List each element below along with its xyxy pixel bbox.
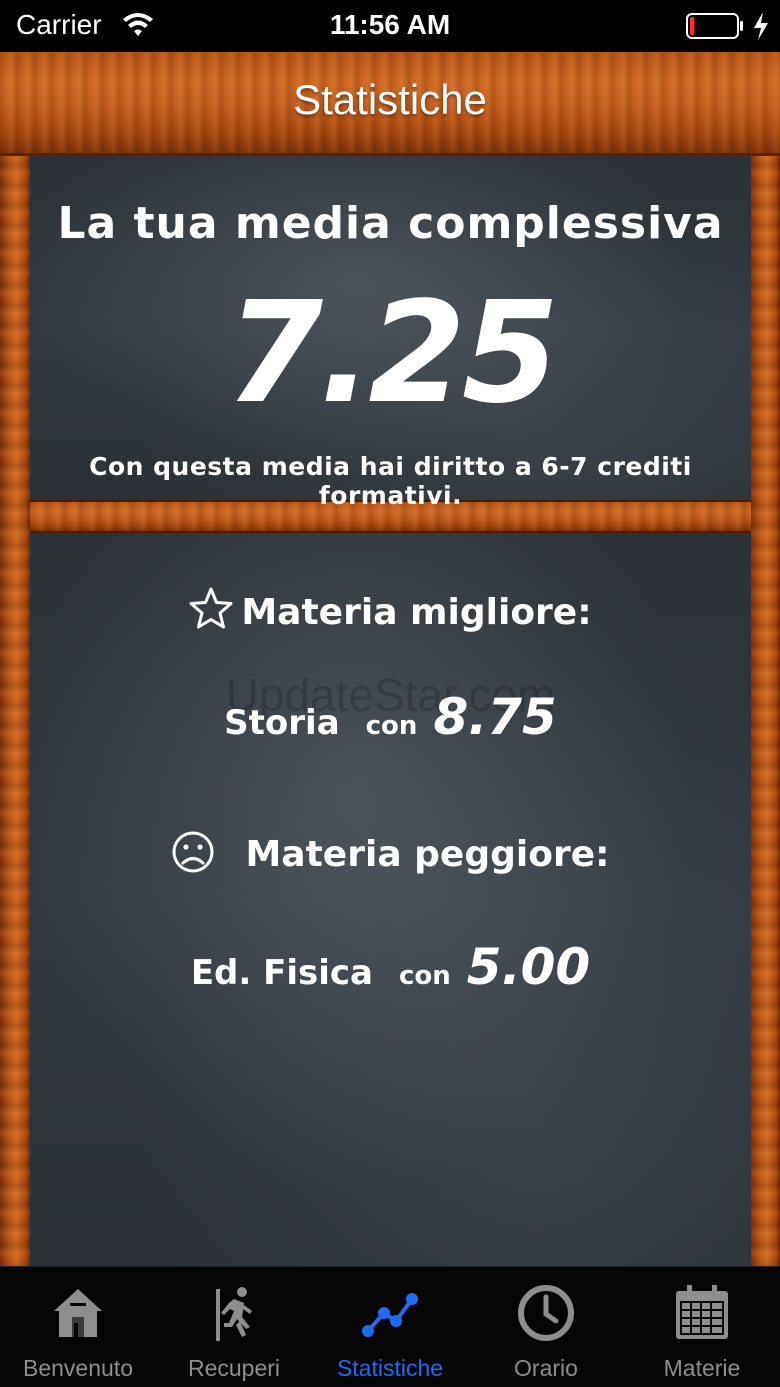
tab-label: Recuperi [187, 1355, 281, 1381]
best-subject-score: 8.75 [433, 688, 557, 746]
worst-subject-name: Ed. Fisica [190, 953, 373, 993]
tab-bar: Benvenuto Recuperi Statistiche Orario Ma… [0, 1266, 780, 1387]
best-subject-row: Storia con 8.75 [30, 688, 751, 746]
worst-subject-heading: Materia peggiore: [30, 830, 751, 875]
tab-statistiche[interactable]: Statistiche [312, 1267, 468, 1387]
best-subject-name: Storia [224, 703, 340, 743]
frame-left [0, 156, 30, 1266]
worst-con-label: con [399, 961, 451, 991]
nav-bar: Statistiche [0, 52, 780, 156]
worst-subject-title: Materia peggiore: [245, 834, 610, 875]
tab-label: Orario [514, 1355, 578, 1381]
frame-right [751, 156, 780, 1266]
status-time: 11:56 AM [329, 9, 451, 40]
house-icon [54, 1289, 102, 1337]
sad-face-icon [172, 831, 214, 873]
best-con-label: con [365, 711, 418, 741]
worst-subject-row: Ed. Fisica con 5.00 [30, 938, 751, 996]
star-outline-icon [189, 587, 233, 629]
tab-label: Benvenuto [23, 1355, 133, 1381]
tab-label: Materie [663, 1355, 741, 1381]
subjects-board [30, 533, 751, 1266]
charging-bolt-icon [754, 12, 768, 40]
credits-note: Con questa media hai diritto a 6-7 credi… [89, 452, 692, 510]
best-subject-title: Materia migliore: [241, 592, 592, 633]
best-subject-heading: Materia migliore: [30, 586, 751, 633]
status-bar: Carrier 11:56 AM [0, 0, 780, 52]
clock-icon [518, 1285, 574, 1341]
tab-orario[interactable]: Orario [468, 1267, 624, 1387]
page-title: Statistiche [293, 76, 487, 123]
running-man-icon [216, 1287, 252, 1341]
battery-icon [686, 13, 743, 39]
tab-materie[interactable]: Materie [624, 1267, 780, 1387]
worst-subject-score: 5.00 [466, 938, 591, 996]
average-value: 7.25 [225, 272, 559, 435]
tab-benvenuto[interactable]: Benvenuto [0, 1267, 156, 1387]
tab-label: Statistiche [336, 1355, 444, 1381]
chart-line-icon [362, 1293, 418, 1337]
calendar-icon [676, 1285, 728, 1339]
average-title: La tua media complessiva [57, 198, 724, 249]
tab-recuperi[interactable]: Recuperi [156, 1267, 312, 1387]
